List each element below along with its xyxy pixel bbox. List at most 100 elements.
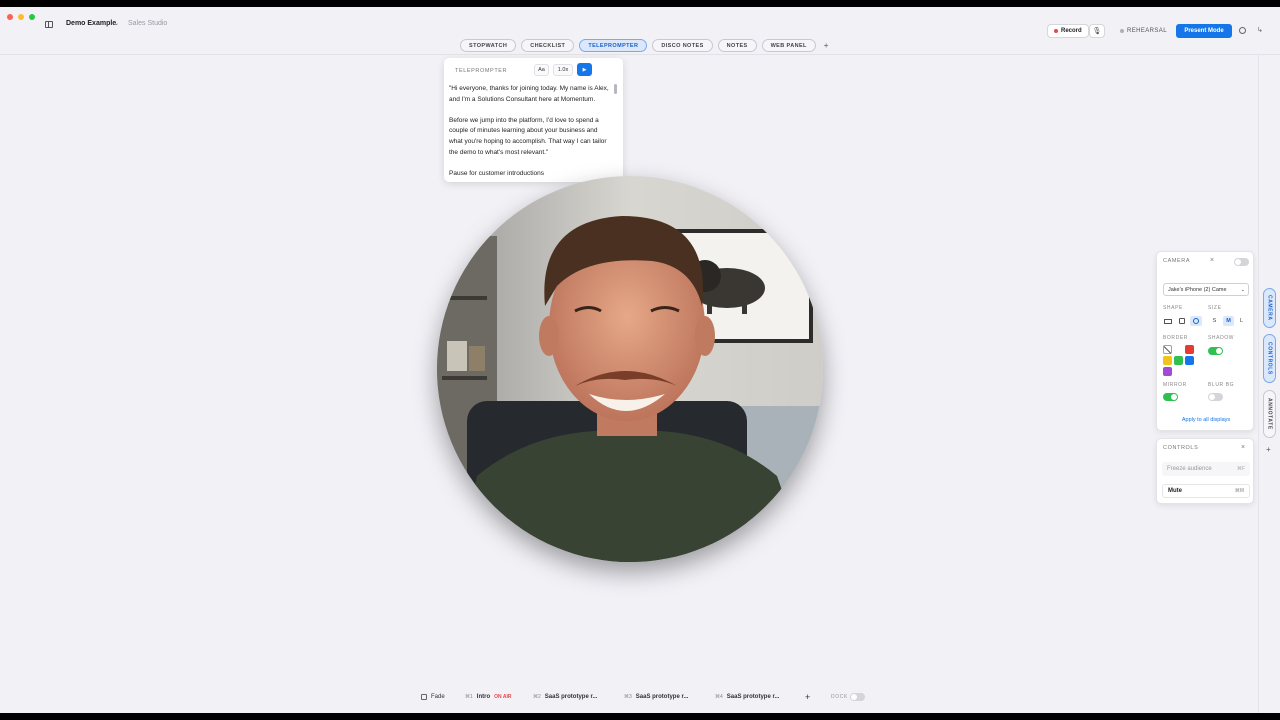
tab-stopwatch[interactable]: STOPWATCH — [460, 39, 517, 52]
microphone-icon: 🎙 — [1092, 28, 1102, 35]
side-tab-annotate[interactable]: ANNOTATE — [1263, 390, 1276, 438]
camera-device-select[interactable]: Jake's iPhone (2) Came ⌄ — [1163, 283, 1249, 296]
size-label: SIZE — [1208, 305, 1222, 311]
size-small-option[interactable]: S — [1209, 316, 1220, 326]
scene-1[interactable]: ⌘1 Intro ON AIR — [465, 691, 511, 703]
scene-2[interactable]: ⌘2 SaaS prototype r... — [533, 691, 597, 703]
controls-panel: CONTROLS × Freeze audience ⌘F Mute ⌘M — [1156, 438, 1254, 504]
on-air-badge: ON AIR — [494, 694, 512, 700]
teleprompter-script: "Hi everyone, thanks for joining today. … — [449, 85, 609, 177]
teleprompter-scrollbar[interactable] — [614, 84, 617, 94]
document-title[interactable]: Demo Example — [66, 20, 116, 27]
shape-square-option[interactable] — [1176, 316, 1188, 326]
border-red-swatch[interactable] — [1185, 345, 1194, 354]
scene-name: SaaS prototype r... — [635, 694, 689, 700]
rehearsal-button[interactable]: REHEARSAL — [1114, 24, 1173, 38]
play-icon[interactable]: ▶ — [577, 63, 592, 76]
dock-label: DOCK — [831, 694, 848, 700]
border-none-swatch[interactable] — [1163, 345, 1172, 354]
border-yellow-swatch[interactable] — [1163, 356, 1172, 365]
teleprompter-header: TELEPROMPTER Aa 1.0x ▶ — [444, 63, 623, 78]
scene-name: SaaS prototype r... — [726, 694, 780, 700]
speed-button[interactable]: 1.0x — [553, 64, 573, 76]
side-tab-camera[interactable]: CAMERA — [1263, 288, 1276, 328]
freeze-shortcut: ⌘F — [1236, 466, 1245, 472]
tab-web-panel[interactable]: WEB PANEL — [761, 39, 816, 52]
mirror-label: MIRROR — [1163, 382, 1187, 388]
tab-notes[interactable]: NOTES — [717, 39, 757, 52]
minimize-window-icon[interactable] — [18, 14, 24, 20]
tab-checklist[interactable]: CHECKLIST — [521, 39, 575, 52]
sidebar-toggle-icon[interactable] — [45, 21, 53, 28]
mute-shortcut: ⌘M — [1234, 488, 1244, 494]
camera-feed[interactable] — [437, 176, 823, 562]
rectangle-icon — [1164, 318, 1172, 324]
freeze-audience-button[interactable]: Freeze audience ⌘F — [1162, 462, 1250, 476]
scene-shortcut: ⌘4 — [715, 694, 723, 700]
chevron-down-icon[interactable]: ⌄ — [114, 20, 119, 27]
scene-shortcut: ⌘2 — [533, 694, 541, 700]
zoom-window-icon[interactable] — [29, 14, 35, 20]
exit-icon[interactable]: ↳ — [1257, 26, 1263, 34]
font-size-button[interactable]: Aa — [534, 64, 549, 76]
apply-to-all-displays-link[interactable]: Apply to all displays — [1157, 417, 1255, 423]
camera-enable-toggle[interactable] — [1234, 258, 1249, 266]
side-tab-annotate-label: ANNOTATE — [1266, 398, 1273, 430]
blur-bg-toggle[interactable] — [1208, 393, 1223, 401]
side-tab-controls-label: CONTROLS — [1266, 342, 1273, 375]
scene-shortcut: ⌘1 — [465, 694, 473, 700]
title-bar: Demo Example ⌄ Sales Studio Record 🎙 REH… — [0, 7, 1280, 41]
present-mode-button[interactable]: Present Mode — [1176, 24, 1232, 38]
mirror-toggle[interactable] — [1163, 393, 1178, 401]
tool-tabs: STOPWATCH CHECKLIST TELEPROMPTER DISCO N… — [460, 39, 828, 52]
presenter-video — [437, 176, 823, 562]
window-controls — [7, 14, 35, 20]
teleprompter-panel: TELEPROMPTER Aa 1.0x ▶ "Hi everyone, tha… — [444, 58, 623, 182]
add-side-tab-button[interactable]: + — [1266, 445, 1271, 454]
shape-rectangle-option[interactable] — [1162, 316, 1174, 326]
teleprompter-title: TELEPROMPTER — [455, 68, 508, 74]
record-dot-icon — [1054, 29, 1058, 33]
camera-panel-title: CAMERA — [1163, 258, 1191, 264]
tab-disco-notes[interactable]: DISCO NOTES — [652, 39, 713, 52]
dock-toggle[interactable] — [850, 693, 865, 701]
add-tab-button[interactable]: + — [824, 41, 829, 50]
record-button[interactable]: Record — [1047, 24, 1089, 38]
fade-button[interactable]: Fade — [421, 691, 445, 703]
border-purple-swatch[interactable] — [1163, 367, 1172, 376]
fade-icon — [421, 694, 427, 700]
circle-icon — [1193, 318, 1199, 324]
tab-teleprompter[interactable]: TELEPROMPTER — [579, 39, 648, 52]
side-tab-controls[interactable]: CONTROLS — [1263, 334, 1276, 383]
header-divider — [0, 54, 1280, 55]
workspace-name: Sales Studio — [128, 20, 168, 27]
close-icon[interactable]: × — [1210, 257, 1214, 264]
shadow-label: SHADOW — [1208, 335, 1235, 341]
size-large-option[interactable]: L — [1236, 316, 1247, 326]
clock-icon[interactable] — [1239, 27, 1246, 34]
scene-3[interactable]: ⌘3 SaaS prototype r... — [624, 691, 688, 703]
border-green-swatch[interactable] — [1174, 356, 1183, 365]
microphone-button[interactable]: 🎙 — [1089, 24, 1105, 38]
chevron-down-icon: ⌄ — [1240, 287, 1245, 293]
mute-button[interactable]: Mute ⌘M — [1162, 484, 1250, 498]
scene-name: Intro — [476, 694, 491, 700]
side-divider — [1258, 55, 1259, 713]
close-icon[interactable]: × — [1241, 444, 1245, 451]
shadow-toggle[interactable] — [1208, 347, 1223, 355]
controls-panel-title: CONTROLS — [1163, 445, 1199, 451]
square-icon — [1179, 318, 1185, 324]
shape-circle-option[interactable] — [1190, 316, 1202, 326]
add-scene-button[interactable]: + — [805, 691, 810, 703]
rehearsal-dot-icon — [1120, 29, 1124, 33]
blur-bg-label: BLUR BG — [1208, 382, 1235, 388]
size-medium-option[interactable]: M — [1223, 316, 1234, 326]
camera-device-value: Jake's iPhone (2) Came — [1168, 286, 1227, 293]
shape-label: SHAPE — [1163, 305, 1183, 311]
fade-label: Fade — [431, 694, 445, 700]
scene-name: SaaS prototype r... — [544, 694, 598, 700]
border-blue-swatch[interactable] — [1185, 356, 1194, 365]
scene-4[interactable]: ⌘4 SaaS prototype r... — [715, 691, 779, 703]
close-window-icon[interactable] — [7, 14, 13, 20]
app-window: Demo Example ⌄ Sales Studio Record 🎙 REH… — [0, 7, 1280, 713]
